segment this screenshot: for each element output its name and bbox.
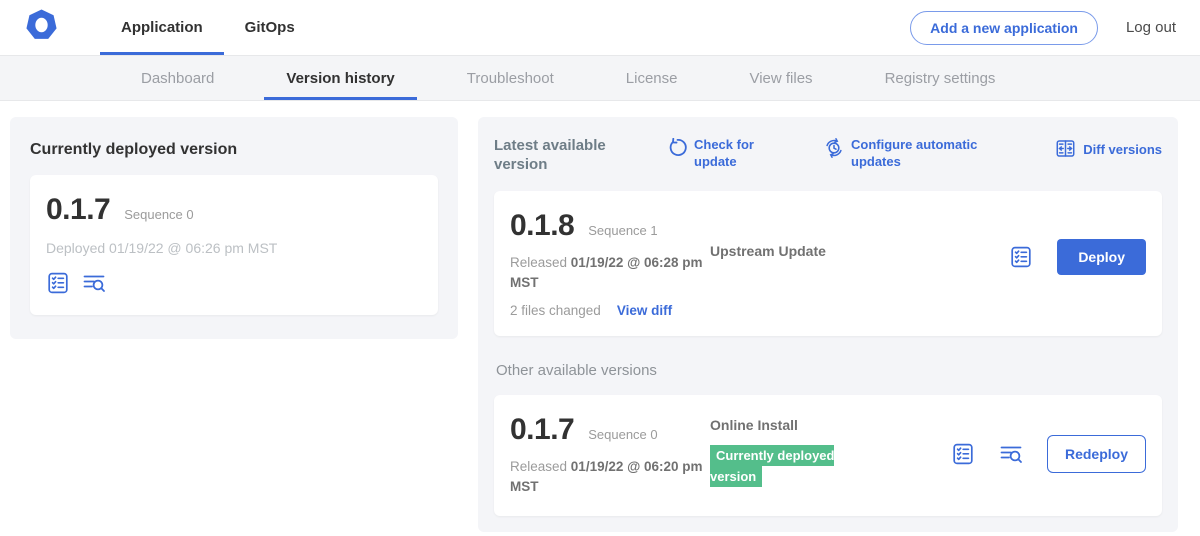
clock-refresh-icon [824,137,844,163]
deploy-button[interactable]: Deploy [1057,239,1146,275]
kots-logo-icon [25,8,58,47]
refresh-icon [668,137,687,162]
preflight-checks-icon[interactable] [1009,245,1033,269]
deployed-timestamp: Deployed 01/19/22 @ 06:26 pm MST [46,240,422,256]
preflight-checks-icon[interactable] [46,271,70,295]
logout-link[interactable]: Log out [1126,19,1176,36]
latest-source-label: Upstream Update [710,243,826,259]
app-subnav: Dashboard Version history Troubleshoot L… [0,56,1200,101]
diff-icon [1055,137,1076,164]
available-versions-panel: Latest available version Check for updat… [478,117,1178,532]
tab-version-history[interactable]: Version history [250,56,430,100]
tab-gitops[interactable]: GitOps [224,0,316,55]
view-diff-link[interactable]: View diff [617,303,672,318]
latest-available-title: Latest available version [494,137,626,175]
other-source-label: Online Install [710,417,798,433]
latest-version-number: 0.1.8 [510,209,574,243]
latest-version-card: 0.1.8 Sequence 1 Released 01/19/22 @ 06:… [494,191,1162,337]
tab-application[interactable]: Application [100,0,224,55]
other-released-timestamp: Released 01/19/22 @ 06:20 pm MST [510,457,710,498]
tab-dashboard[interactable]: Dashboard [105,56,250,100]
other-available-versions-title: Other available versions [496,362,1162,379]
currently-deployed-title: Currently deployed version [30,141,438,159]
add-new-application-button[interactable]: Add a new application [910,11,1098,45]
header-tabs: Application GitOps [100,0,316,55]
deployed-sequence-label: Sequence 0 [124,207,193,222]
latest-released-timestamp: Released 01/19/22 @ 06:28 pm MST [510,253,710,294]
check-for-update-action[interactable]: Check for update [668,137,780,171]
configure-automatic-updates-action[interactable]: Configure automatic updates [824,137,1016,171]
deployed-version-card: 0.1.7 Sequence 0 Deployed 01/19/22 @ 06:… [30,175,438,315]
main-content: Currently deployed version 0.1.7 Sequenc… [0,101,1200,532]
currently-deployed-badge: Currently deployed version [710,445,834,487]
latest-sequence-label: Sequence 1 [588,223,657,238]
tab-troubleshoot[interactable]: Troubleshoot [431,56,590,100]
other-version-card: 0.1.7 Sequence 0 Released 01/19/22 @ 06:… [494,395,1162,516]
files-changed-label: 2 files changed [510,303,601,318]
deploy-logs-icon[interactable] [999,442,1023,466]
currently-deployed-panel: Currently deployed version 0.1.7 Sequenc… [10,117,458,339]
tab-license[interactable]: License [590,56,714,100]
preflight-checks-icon[interactable] [951,442,975,466]
deploy-logs-icon[interactable] [82,271,106,295]
diff-versions-action[interactable]: Diff versions [1055,137,1162,164]
redeploy-button[interactable]: Redeploy [1047,435,1146,473]
other-version-number: 0.1.7 [510,413,574,447]
tab-view-files[interactable]: View files [713,56,848,100]
app-logo[interactable] [25,0,58,55]
tab-registry-settings[interactable]: Registry settings [849,56,1032,100]
deployed-version-number: 0.1.7 [46,193,110,227]
app-header: Application GitOps Add a new application… [0,0,1200,56]
other-sequence-label: Sequence 0 [588,427,657,442]
